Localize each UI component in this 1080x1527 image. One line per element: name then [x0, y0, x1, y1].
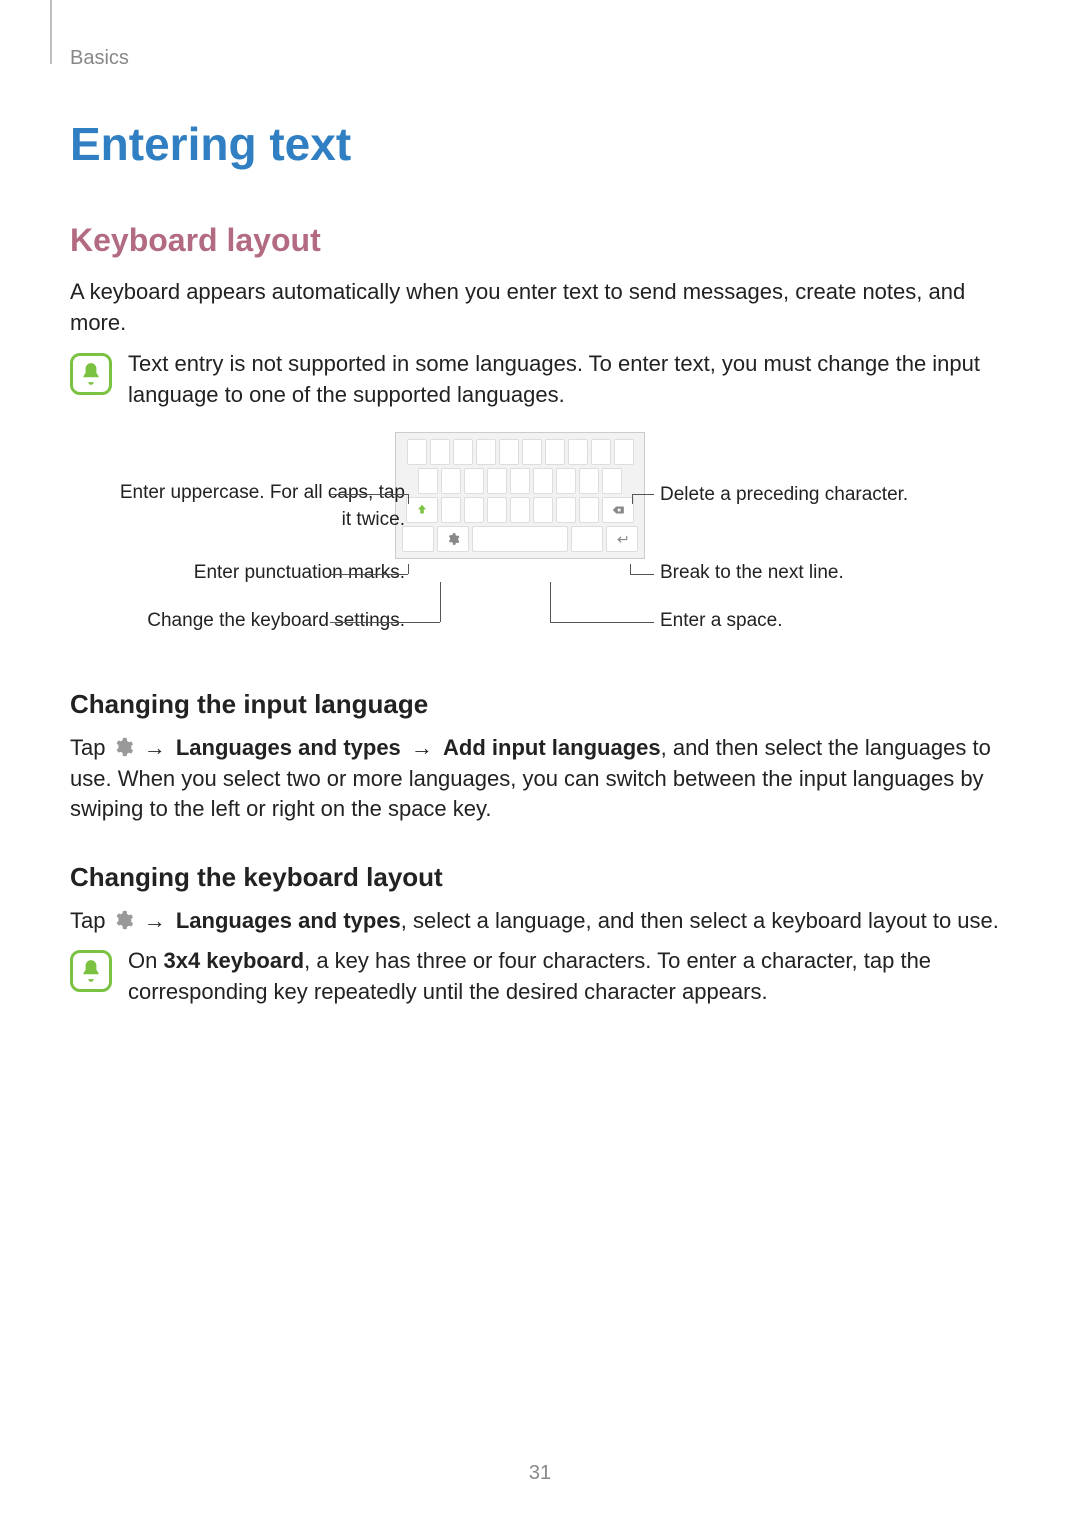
- heading-changing-input-language: Changing the input language: [70, 686, 1010, 722]
- paragraph-keyboard-layout: Tap → Languages and types, select a lang…: [70, 906, 1010, 937]
- section-heading-keyboard-layout: Keyboard layout: [70, 218, 1010, 263]
- keyboard-graphic: [395, 432, 645, 559]
- intro-paragraph: A keyboard appears automatically when yo…: [70, 277, 1010, 339]
- callout-uppercase-l2: it twice.: [120, 507, 405, 534]
- breadcrumb: Basics: [70, 38, 1010, 112]
- note-text-2: On 3x4 keyboard, a key has three or four…: [128, 946, 1010, 1008]
- callout-delete: Delete a preceding character.: [660, 482, 908, 509]
- space-key: [472, 526, 568, 552]
- paragraph-input-language: Tap → Languages and types → Add input la…: [70, 733, 1010, 825]
- note-block-1: Text entry is not supported in some lang…: [70, 349, 1010, 411]
- backspace-key: [602, 497, 634, 523]
- note-text-1: Text entry is not supported in some lang…: [128, 349, 1010, 411]
- gear-icon: [112, 736, 134, 758]
- shift-key: [406, 497, 438, 523]
- settings-key: [437, 526, 469, 552]
- enter-key: [606, 526, 638, 552]
- gear-icon: [112, 909, 134, 931]
- keyboard-diagram: Enter uppercase. For all caps, tap it tw…: [70, 432, 1010, 652]
- note-block-2: On 3x4 keyboard, a key has three or four…: [70, 946, 1010, 1008]
- symbol-key: [402, 526, 434, 552]
- bell-icon: [70, 950, 112, 992]
- bell-icon: [70, 353, 112, 395]
- callout-nextline: Break to the next line.: [660, 560, 844, 587]
- page-title: Entering text: [70, 112, 1010, 176]
- heading-changing-keyboard-layout: Changing the keyboard layout: [70, 859, 1010, 895]
- page-number: 31: [0, 1459, 1080, 1487]
- callout-space: Enter a space.: [660, 608, 783, 635]
